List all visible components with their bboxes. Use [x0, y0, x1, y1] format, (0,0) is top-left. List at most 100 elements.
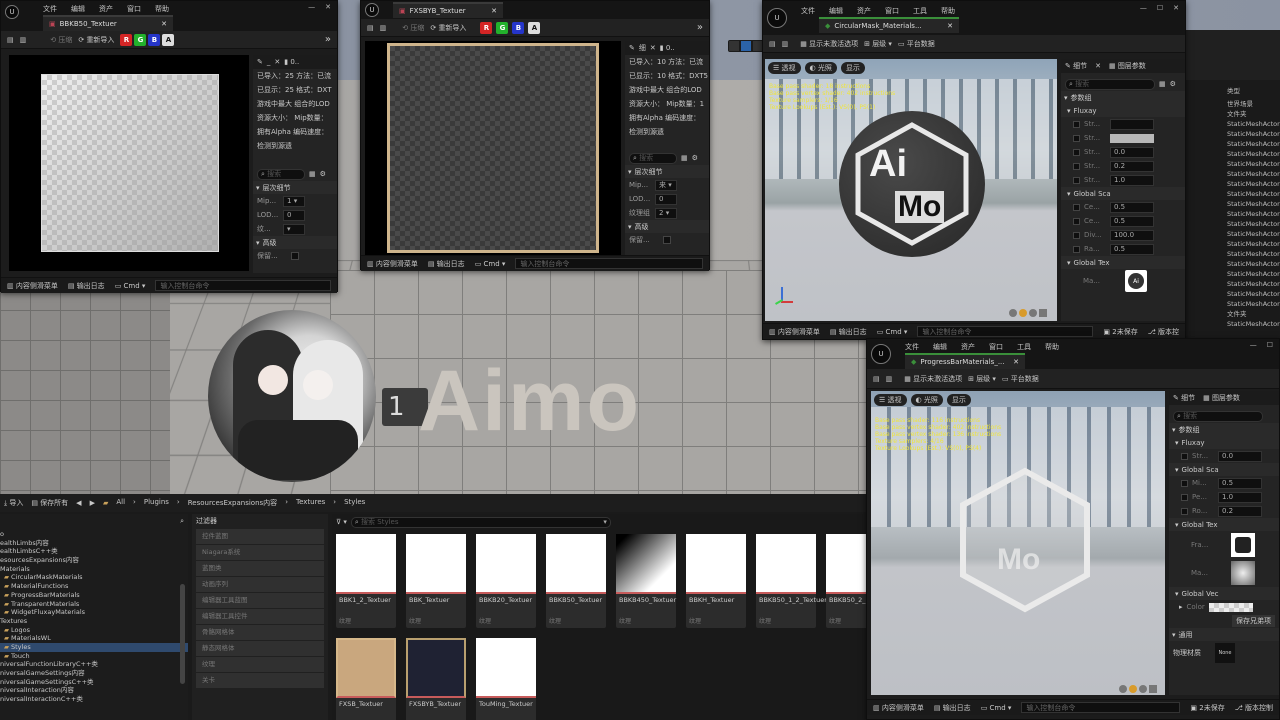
breadcrumb-item[interactable]: ResourcesExpansions内容: [188, 498, 277, 508]
filter-chip[interactable]: 编辑器工具控件: [196, 609, 324, 624]
tree-folder-item[interactable]: niversalInteraction内容: [0, 686, 188, 695]
param-checkbox[interactable]: [1073, 148, 1080, 156]
cmd-dropdown[interactable]: ▭ Cmd ▾: [981, 704, 1012, 712]
menu-edit[interactable]: 编辑: [829, 6, 843, 16]
content-drawer-button[interactable]: ▥ 内容侧滑菜单: [873, 703, 924, 713]
tree-folder-item[interactable]: ▰ CircularMaskMaterials: [0, 573, 188, 582]
outliner-row[interactable]: 文件夹: [1224, 109, 1280, 119]
details-icon[interactable]: ✎: [257, 58, 263, 66]
asset-tile[interactable]: BBK_Textuer 纹理: [406, 534, 466, 628]
collapse-arrow-icon[interactable]: ▾: [1175, 466, 1179, 474]
browse-icon[interactable]: ▥: [20, 36, 27, 44]
unsaved-indicator[interactable]: ▣ 2未保存: [1190, 703, 1224, 713]
tree-folder-item[interactable]: ▰ Logos: [0, 626, 188, 635]
collapse-arrow-icon[interactable]: ▾: [628, 223, 632, 231]
param-value-input[interactable]: 0.2: [1218, 505, 1262, 517]
close-tab-icon[interactable]: ✕: [491, 7, 497, 15]
select-tool-icon[interactable]: [729, 41, 739, 51]
reimport-button[interactable]: ⟳ 重新导入: [78, 35, 114, 45]
output-log-button[interactable]: ▤ 输出日志: [934, 703, 971, 713]
details-search-input[interactable]: ⌕ 搜索: [1173, 410, 1263, 422]
show-button[interactable]: 显示: [840, 62, 865, 74]
param-value-input[interactable]: 1.0: [1218, 491, 1262, 503]
history-forward-icon[interactable]: ▶: [90, 499, 95, 507]
unsaved-indicator[interactable]: ▣ 2未保存: [1103, 327, 1137, 337]
param-checkbox[interactable]: [1073, 231, 1080, 239]
close-tab-icon[interactable]: ✕: [161, 20, 167, 28]
menu-file[interactable]: 文件: [43, 4, 57, 14]
menu-tools[interactable]: 工具: [913, 6, 927, 16]
asset-tile[interactable]: BBK1_2_Textuer 纹理: [336, 534, 396, 628]
close-icon[interactable]: ✕: [274, 58, 280, 66]
collapse-arrow-icon[interactable]: ▾: [1172, 426, 1176, 434]
asset-tile[interactable]: BBKH_Textuer 纹理: [686, 534, 746, 628]
tree-folder-item[interactable]: niversalGameSettings内容: [0, 669, 188, 678]
collapse-arrow-icon[interactable]: ▾: [1175, 521, 1179, 529]
menu-file[interactable]: 文件: [801, 6, 815, 16]
phys-material-thumb[interactable]: None: [1215, 643, 1235, 663]
tree-folder-item[interactable]: ▰ MaterialFunctions: [0, 582, 188, 591]
channel-b-toggle[interactable]: B: [148, 33, 161, 46]
material-preview-viewport[interactable]: ☰ 透视 ◐ 光照 显示 Base pass shader: 116 instr…: [871, 391, 1165, 695]
lit-button[interactable]: ◐ 光照: [804, 62, 837, 74]
platform-data-button[interactable]: ▭ 平台数据: [898, 39, 935, 49]
asset-tile[interactable]: BBKB20_Textuer 纹理: [476, 534, 536, 628]
channel-b-toggle[interactable]: B: [512, 21, 525, 34]
collapse-arrow-icon[interactable]: ▾: [1067, 107, 1071, 115]
collapse-arrow-icon[interactable]: ▾: [256, 184, 260, 192]
filter-chip[interactable]: 静态网格体: [196, 641, 324, 656]
outliner-row[interactable]: StaticMeshActor: [1224, 289, 1280, 299]
cmd-dropdown[interactable]: ▭ Cmd ▾: [475, 260, 506, 268]
compress-button[interactable]: ⟲ 压缩: [402, 23, 424, 33]
viewport-gizmo-buttons[interactable]: [728, 40, 764, 52]
save-icon[interactable]: ▤: [7, 36, 14, 44]
console-command-input[interactable]: 输入控制台命令: [155, 280, 331, 291]
content-drawer-button[interactable]: ▥ 内容侧滑菜单: [769, 327, 820, 337]
filter-chip[interactable]: 骨骼网格体: [196, 625, 324, 640]
menu-help[interactable]: 帮助: [155, 4, 169, 14]
outliner-row[interactable]: StaticMeshActor: [1224, 229, 1280, 239]
outliner-row[interactable]: StaticMeshActor: [1224, 199, 1280, 209]
search-icon[interactable]: ⌕: [180, 517, 184, 526]
settings-gear-icon[interactable]: ⚙: [1170, 80, 1176, 88]
lod-bias-input[interactable]: 0: [655, 193, 677, 205]
tree-folder-item[interactable]: niversalInteractionC++类: [0, 695, 188, 704]
preview-mesh-buttons[interactable]: [1009, 309, 1047, 317]
version-control-button[interactable]: ⎇ 版本控: [1148, 327, 1179, 337]
tree-folder-item[interactable]: ▰ TransparentMaterials: [0, 600, 188, 609]
details-tab[interactable]: ✎ 细节: [1173, 393, 1195, 403]
console-command-input[interactable]: 输入控制台命令: [917, 326, 1094, 337]
preview-mesh-buttons[interactable]: [1119, 685, 1157, 693]
tree-folder-item[interactable]: ▰ MaterialsWL: [0, 634, 188, 643]
hierarchy-button[interactable]: ⊞ 层级 ▾: [968, 374, 996, 384]
param-value-input[interactable]: 0.5: [1110, 215, 1154, 227]
menu-help[interactable]: 帮助: [1045, 342, 1059, 352]
breadcrumb-item[interactable]: Styles: [344, 498, 365, 508]
asset-tile[interactable]: BBKB50_2_1_Textuer 纹理: [826, 534, 870, 628]
close-window-icon[interactable]: ✕: [1173, 4, 1179, 12]
menu-window[interactable]: 窗口: [885, 6, 899, 16]
filter-chip[interactable]: 蓝图类: [196, 561, 324, 576]
tree-folder-item[interactable]: o: [0, 530, 188, 539]
minimize-icon[interactable]: —: [308, 3, 315, 11]
menu-asset[interactable]: 资产: [857, 6, 871, 16]
collapse-arrow-icon[interactable]: ▾: [1175, 439, 1179, 447]
tree-folder-item[interactable]: ealthLimbsC++类: [0, 547, 188, 556]
param-value-input[interactable]: 0.2: [1110, 160, 1154, 172]
tree-folder-item[interactable]: ▰ WidgetFluxayMaterials: [0, 608, 188, 617]
outliner-row[interactable]: StaticMeshActor: [1224, 149, 1280, 159]
filter-chip[interactable]: 控件蓝图: [196, 529, 324, 544]
texture-thumb-aimo[interactable]: [1231, 533, 1255, 557]
channel-g-toggle[interactable]: G: [496, 21, 509, 34]
channel-a-toggle[interactable]: A: [162, 33, 175, 46]
breadcrumb-item[interactable]: All: [116, 498, 125, 508]
asset-tile[interactable]: TouMing_Textuer纹理: [476, 638, 536, 720]
texture-preview-viewport[interactable]: [9, 55, 249, 271]
param-color-swatch[interactable]: [1110, 133, 1154, 143]
asset-tile[interactable]: BBKB50_Textuer 纹理: [546, 534, 606, 628]
preserve-checkbox[interactable]: [663, 236, 671, 244]
breadcrumb-item[interactable]: Plugins: [144, 498, 169, 508]
close-tab-icon[interactable]: ✕: [947, 22, 953, 30]
close-icon[interactable]: ✕: [650, 44, 656, 52]
param-checkbox[interactable]: [1073, 120, 1080, 128]
